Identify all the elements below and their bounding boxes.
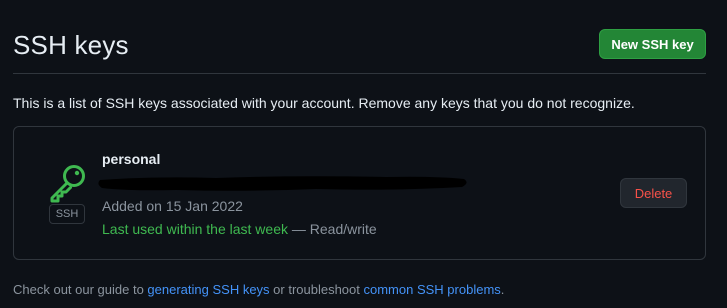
key-icon xyxy=(50,165,85,203)
key-title: personal xyxy=(102,151,161,167)
key-added-date: Added on 15 Jan 2022 xyxy=(102,198,243,214)
delete-key-button[interactable]: Delete xyxy=(620,178,687,208)
key-usage: Last used within the last week — Read/wr… xyxy=(102,221,377,237)
redacted-fingerprint xyxy=(98,176,467,191)
help-footer: Check out our guide to generating SSH ke… xyxy=(13,282,504,297)
ssh-type-badge: SSH xyxy=(49,204,85,224)
footer-prefix: Check out our guide to xyxy=(13,282,148,297)
ssh-keys-page: SSH keys New SSH key This is a list of S… xyxy=(0,0,727,308)
access-separator: — xyxy=(288,221,310,237)
new-ssh-key-button[interactable]: New SSH key xyxy=(599,29,706,59)
common-ssh-problems-link[interactable]: common SSH problems xyxy=(364,282,501,297)
intro-text: This is a list of SSH keys associated wi… xyxy=(13,95,635,111)
footer-middle: or troubleshoot xyxy=(269,282,364,297)
footer-suffix: . xyxy=(500,282,505,297)
generating-ssh-keys-link[interactable]: generating SSH keys xyxy=(147,282,269,297)
access-level: Read/write xyxy=(309,221,377,237)
header-divider xyxy=(13,73,706,74)
page-title: SSH keys xyxy=(13,30,129,60)
last-used-text: Last used within the last week xyxy=(102,221,288,237)
